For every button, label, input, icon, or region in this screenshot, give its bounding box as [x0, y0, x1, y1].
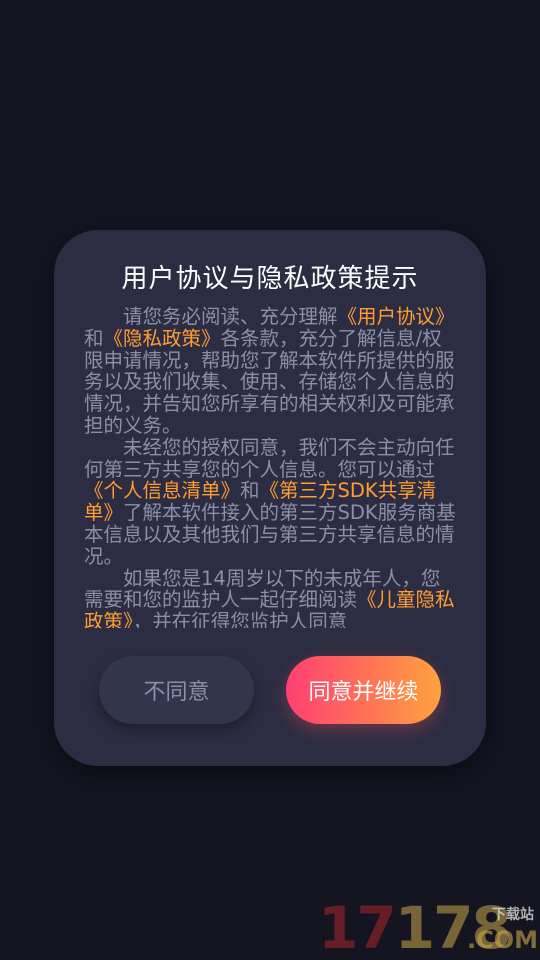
personal-info-list-link[interactable]: 《个人信息清单》 [84, 479, 240, 502]
privacy-dialog: 用户协议与隐私政策提示 请您务必阅读、充分理解《用户协议》和《隐私政策》各条款，… [54, 230, 486, 766]
watermark-number-red: 17 [318, 894, 397, 960]
p1-text-2: 和 [84, 326, 104, 350]
site-watermark-logo: 17178 下载站 .COM [318, 896, 540, 960]
paragraph-3: 如果您是14周岁以下的未成年人，您需要和您的监护人一起仔细阅读《儿童隐私政策》，… [84, 567, 456, 628]
user-agreement-link[interactable]: 《用户协议》 [338, 306, 455, 328]
paragraph-2: 未经您的授权同意，我们不会主动向任何第三方共享您的个人信息。您可以通过《个人信息… [84, 435, 456, 568]
watermark-label: 下载站 [492, 907, 534, 923]
disagree-button[interactable]: 不同意 [99, 656, 254, 724]
p3-text-2: ，并在征得您监护人同意 [132, 610, 348, 628]
p1-text-1: 请您务必阅读、充分理解 [123, 306, 338, 328]
p2-text-3: 了解本软件接入的第三方SDK服务商基本信息以及其他我们与第三方共享信息的情况。 [84, 501, 456, 568]
screen: 用户协议与隐私政策提示 请您务必阅读、充分理解《用户协议》和《隐私政策》各条款，… [0, 0, 540, 960]
watermark-domain: .COM [466, 926, 538, 954]
privacy-policy-link[interactable]: 《隐私政策》 [104, 327, 221, 350]
paragraph-1: 请您务必阅读、充分理解《用户协议》和《隐私政策》各条款，充分了解信息/权限申请情… [84, 306, 456, 437]
agree-continue-button[interactable]: 同意并继续 [286, 656, 441, 724]
p2-text-1: 未经您的授权同意，我们不会主动向任何第三方共享您的个人信息。您可以通过 [84, 435, 455, 481]
dialog-title: 用户协议与隐私政策提示 [121, 264, 419, 294]
dialog-content[interactable]: 请您务必阅读、充分理解《用户协议》和《隐私政策》各条款，充分了解信息/权限申请情… [84, 306, 456, 628]
p2-text-2: 和 [240, 479, 260, 503]
